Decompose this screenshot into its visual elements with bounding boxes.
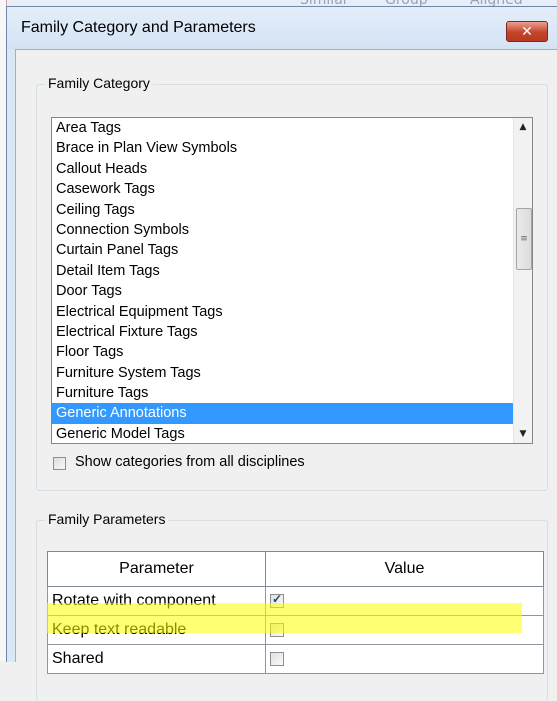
- family-parameters-group-label: Family Parameters: [45, 511, 169, 527]
- category-list: Area Tags Brace in Plan View Symbols Callo…: [52, 118, 514, 443]
- family-category-group-label: Family Category: [45, 75, 153, 91]
- family-category-listbox[interactable]: Area Tags Brace in Plan View Symbols Callo…: [51, 117, 533, 444]
- parameter-value-cell: [265, 644, 544, 674]
- category-list-item[interactable]: Door Tags: [52, 281, 514, 301]
- scroll-down-arrow-icon[interactable]: ▼: [514, 425, 532, 443]
- parameter-row: Shared: [47, 644, 544, 674]
- dialog-client-area: Family Category Area Tags Brace in Plan V…: [15, 49, 557, 701]
- dialog-titlebar[interactable]: Family Category and Parameters ✕: [7, 7, 557, 49]
- yellow-highlight-marker: [47, 603, 522, 633]
- category-list-item[interactable]: Detail Item Tags: [52, 261, 514, 281]
- vertical-scrollbar[interactable]: ▲ ≡ ▼: [513, 118, 532, 443]
- scroll-thumb[interactable]: ≡: [516, 208, 532, 270]
- parameter-name-cell: Shared: [47, 644, 266, 674]
- category-list-item[interactable]: Electrical Equipment Tags: [52, 302, 514, 322]
- parameter-column-header[interactable]: Parameter: [47, 551, 266, 587]
- category-list-item[interactable]: Brace in Plan View Symbols: [52, 138, 514, 158]
- category-list-item[interactable]: Curtain Panel Tags: [52, 240, 514, 260]
- category-list-item[interactable]: Callout Heads: [52, 159, 514, 179]
- show-all-disciplines-label: Show categories from all disciplines: [75, 454, 305, 470]
- category-list-item[interactable]: Floor Tags: [52, 342, 514, 362]
- category-list-item[interactable]: Generic Model Tags: [52, 424, 514, 443]
- category-list-item[interactable]: Connection Symbols: [52, 220, 514, 240]
- show-all-disciplines-checkbox[interactable]: [53, 457, 66, 470]
- category-list-item[interactable]: Area Tags: [52, 118, 514, 138]
- category-list-item[interactable]: Furniture Tags: [52, 383, 514, 403]
- category-list-item[interactable]: Furniture System Tags: [52, 363, 514, 383]
- category-list-item[interactable]: Electrical Fixture Tags: [52, 322, 514, 342]
- parameter-value-checkbox[interactable]: [270, 651, 284, 666]
- scroll-up-arrow-icon[interactable]: ▲: [514, 118, 532, 136]
- category-list-item[interactable]: Generic Annotations: [52, 403, 514, 424]
- category-list-item[interactable]: Ceiling Tags: [52, 200, 514, 220]
- family-category-group: Family Category Area Tags Brace in Plan V…: [36, 75, 548, 491]
- dialog-title: Family Category and Parameters: [21, 19, 256, 36]
- close-icon: ✕: [521, 23, 533, 40]
- category-list-item[interactable]: Casework Tags: [52, 179, 514, 199]
- family-category-dialog: Family Category and Parameters ✕ Family …: [6, 6, 557, 701]
- value-column-header[interactable]: Value: [265, 551, 544, 587]
- close-button[interactable]: ✕: [506, 21, 548, 42]
